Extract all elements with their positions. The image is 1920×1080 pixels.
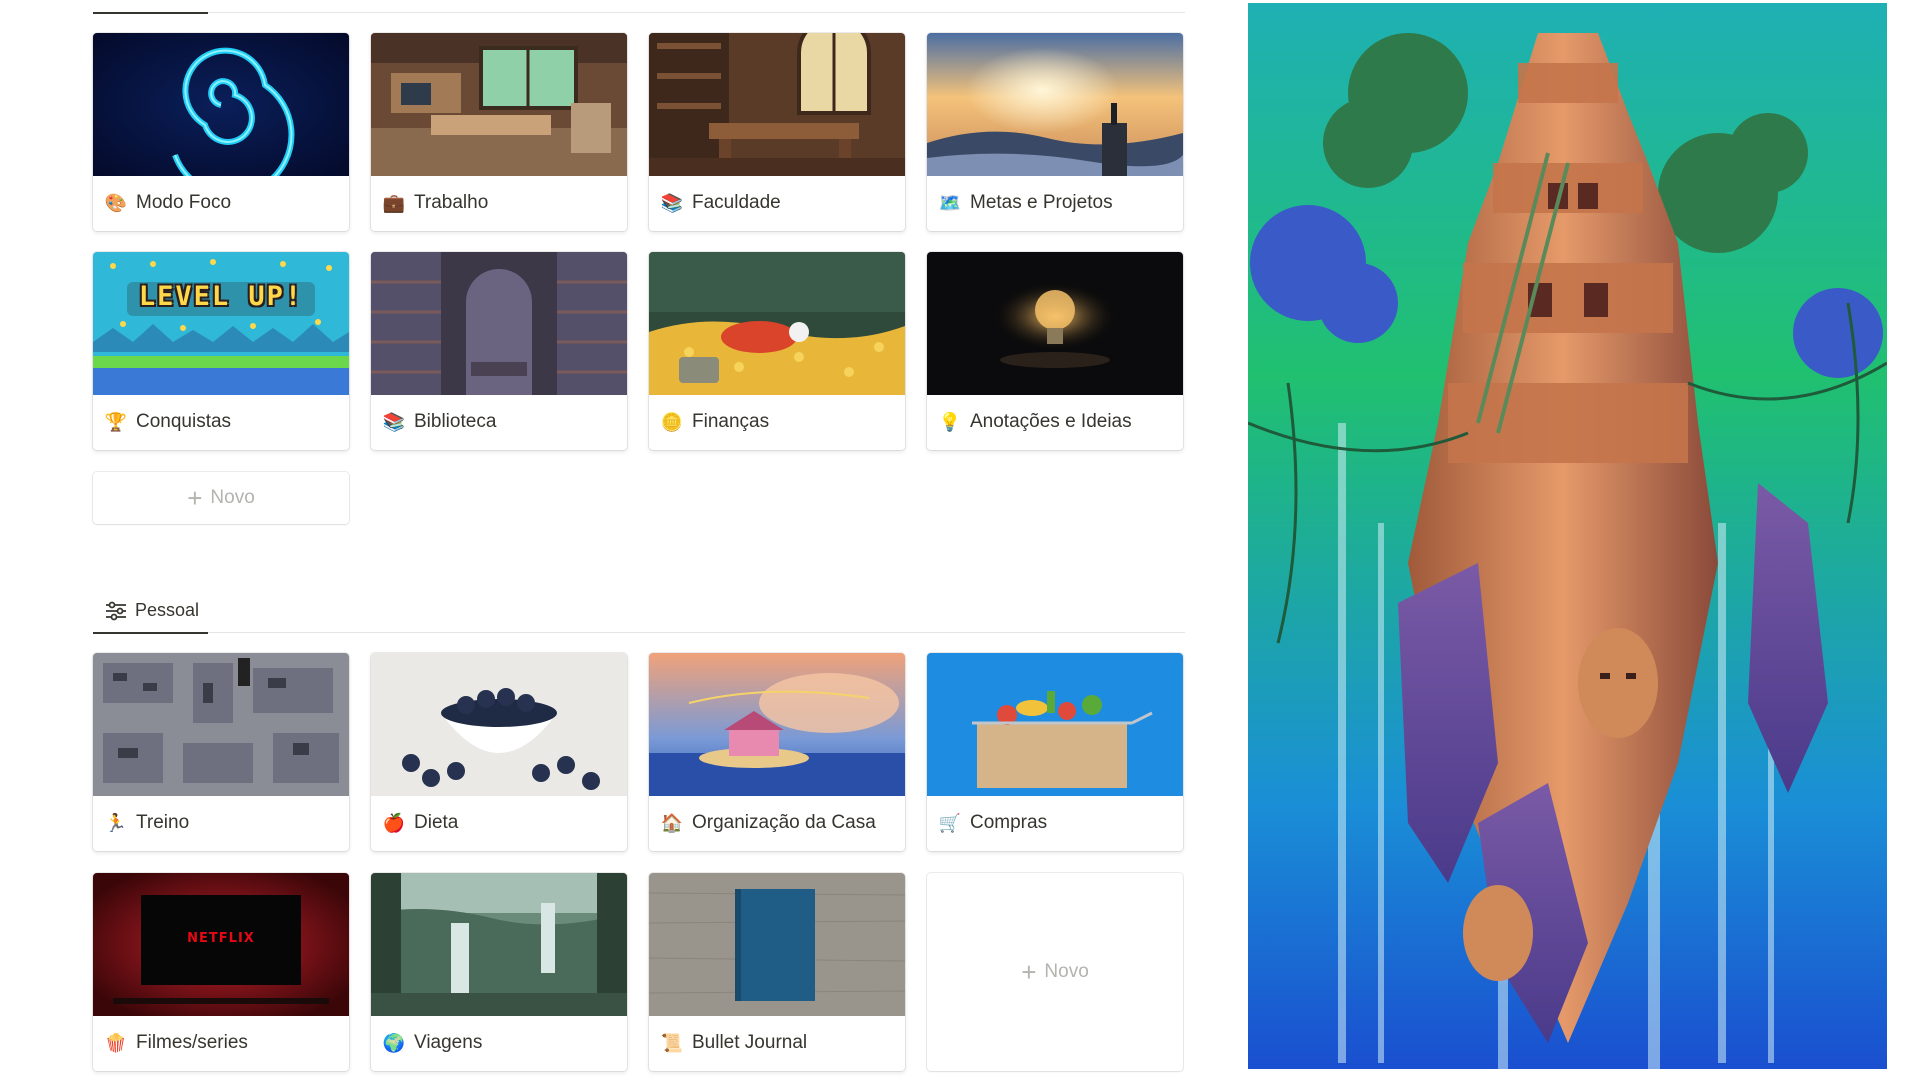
cover-level-up-image: LEVEL UP! xyxy=(93,252,349,395)
top-section-tabs xyxy=(93,0,1185,14)
card-title: Modo Foco xyxy=(136,192,232,213)
card-faculdade[interactable]: 📚 Faculdade xyxy=(649,33,905,231)
cover-netflix-tv-image: NETFLIX xyxy=(93,873,349,1016)
scroll-icon: 📜 xyxy=(660,1032,684,1053)
card-modo-foco[interactable]: 🎨 Modo Foco xyxy=(93,33,349,231)
level-up-text: LEVEL UP! xyxy=(138,281,304,312)
sliders-icon xyxy=(106,601,126,620)
card-treino[interactable]: 🏃 Treino xyxy=(93,653,349,851)
new-label: Novo xyxy=(210,487,255,508)
card-title: Bullet Journal xyxy=(692,1032,808,1053)
card-financas[interactable]: 🪙 Finanças xyxy=(649,252,905,450)
card-title: Biblioteca xyxy=(414,411,497,432)
card-organizacao-casa[interactable]: 🏠 Organização da Casa xyxy=(649,653,905,851)
cover-blueberries-image xyxy=(371,653,627,796)
card-title: Faculdade xyxy=(692,192,781,213)
cover-library-image xyxy=(371,252,627,395)
cover-office-image xyxy=(371,33,627,176)
card-title: Filmes/series xyxy=(136,1032,248,1053)
apple-icon: 🍎 xyxy=(382,812,406,833)
plus-icon: + xyxy=(1021,957,1037,987)
palette-icon: 🎨 xyxy=(104,192,128,213)
books-icon: 📚 xyxy=(660,192,684,213)
briefcase-icon: 💼 xyxy=(382,192,406,213)
coin-icon: 🪙 xyxy=(660,411,684,432)
floating-temple-artwork xyxy=(1248,3,1887,1069)
card-biblioteca[interactable]: 📚 Biblioteca xyxy=(371,252,627,450)
card-anotacoes-ideias[interactable]: 💡 Anotações e Ideias xyxy=(927,252,1183,450)
card-title: Metas e Projetos xyxy=(970,192,1113,213)
cover-gym-map-image xyxy=(93,653,349,796)
active-tab-indicator xyxy=(93,632,208,634)
book-stack-icon: 📚 xyxy=(382,411,406,432)
tab-pessoal[interactable]: Pessoal xyxy=(105,600,199,621)
card-filmes-series[interactable]: NETFLIX 🍿 Filmes/series xyxy=(93,873,349,1071)
card-title: Organização da Casa xyxy=(692,812,876,833)
map-icon: 🗺️ xyxy=(938,192,962,213)
cover-lightbulb-image xyxy=(927,252,1183,395)
house-icon: 🏠 xyxy=(660,812,684,833)
card-title: Trabalho xyxy=(414,192,489,213)
cover-waterfall-image xyxy=(371,873,627,1016)
tab-label: Pessoal xyxy=(135,600,200,620)
lightbulb-icon: 💡 xyxy=(938,411,962,432)
new-page-button[interactable]: + Novo xyxy=(93,472,349,524)
card-title: Conquistas xyxy=(136,411,232,432)
active-tab-indicator xyxy=(93,12,208,14)
card-title: Dieta xyxy=(414,812,459,833)
card-title: Compras xyxy=(970,812,1048,833)
cover-sunset-mountain-image xyxy=(927,33,1183,176)
cover-shopping-cart-image xyxy=(927,653,1183,796)
plus-icon: + xyxy=(187,483,203,513)
card-title: Anotações e Ideias xyxy=(970,411,1132,432)
pessoal-section-tabs: Pessoal xyxy=(93,586,1185,634)
card-title: Finanças xyxy=(692,411,770,432)
globe-icon: 🌍 xyxy=(382,1032,406,1053)
cover-spiral-image xyxy=(93,33,349,176)
cover-notebook-image xyxy=(649,873,905,1016)
popcorn-icon: 🍿 xyxy=(104,1032,128,1053)
new-page-button[interactable]: + Novo xyxy=(927,873,1183,1071)
cart-icon: 🛒 xyxy=(938,812,962,833)
card-bullet-journal[interactable]: 📜 Bullet Journal xyxy=(649,873,905,1071)
cover-island-house-image xyxy=(649,653,905,796)
card-trabalho[interactable]: 💼 Trabalho xyxy=(371,33,627,231)
card-metas-projetos[interactable]: 🗺️ Metas e Projetos xyxy=(927,33,1183,231)
cover-study-room-image xyxy=(649,33,905,176)
netflix-logo-text: NETFLIX xyxy=(187,931,255,946)
trophy-icon: 🏆 xyxy=(104,411,128,432)
runner-icon: 🏃 xyxy=(104,812,128,833)
card-conquistas[interactable]: LEVEL UP! 🏆 Conquistas xyxy=(93,252,349,450)
new-label: Novo xyxy=(1044,961,1089,982)
card-title: Treino xyxy=(136,812,190,833)
card-viagens[interactable]: 🌍 Viagens xyxy=(371,873,627,1071)
card-compras[interactable]: 🛒 Compras xyxy=(927,653,1183,851)
card-title: Viagens xyxy=(414,1032,483,1053)
cover-gold-coins-image xyxy=(649,252,905,395)
card-dieta[interactable]: 🍎 Dieta xyxy=(371,653,627,851)
